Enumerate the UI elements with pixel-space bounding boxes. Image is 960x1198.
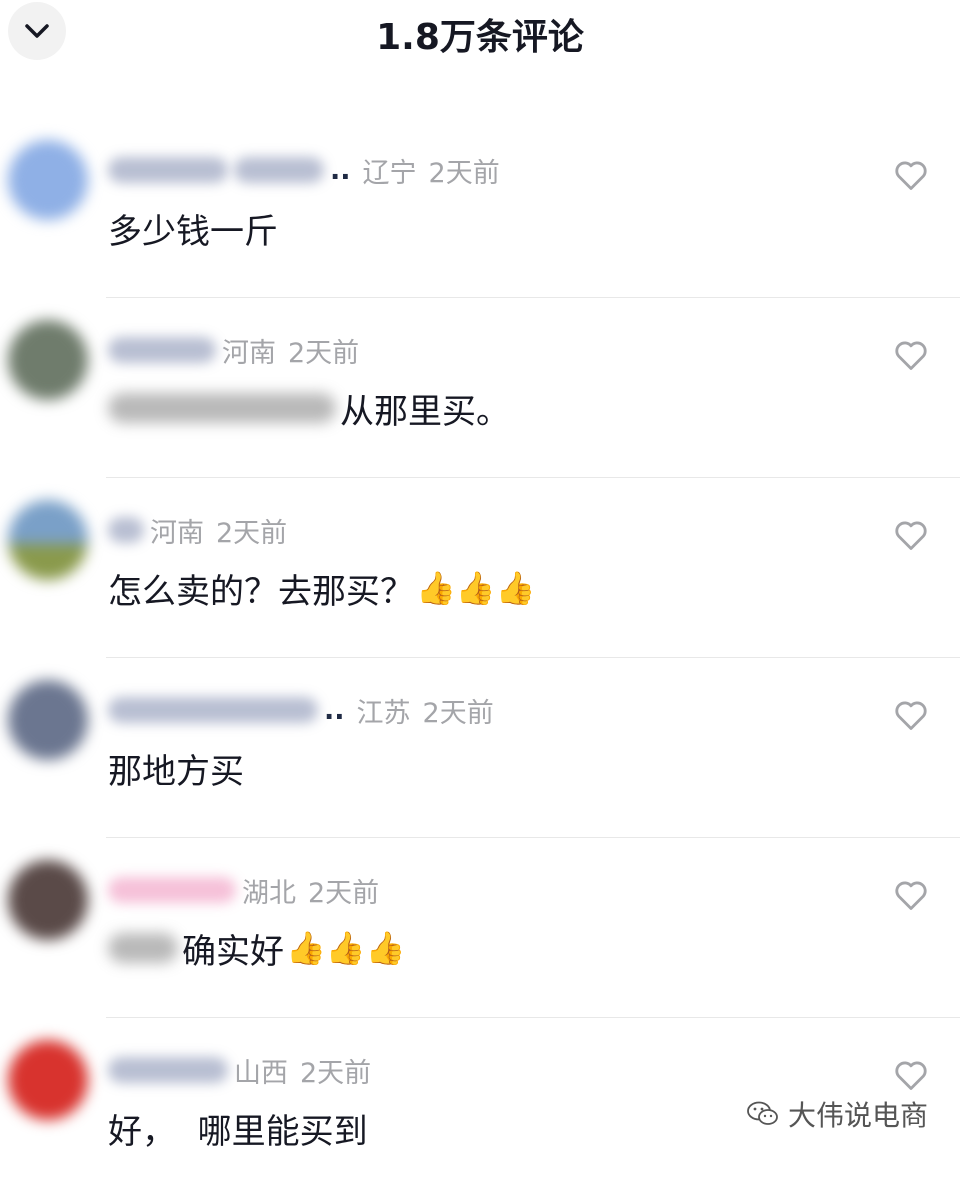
comment-item: 河南 2天前 从那里买。 xyxy=(0,298,960,478)
username-redacted[interactable] xyxy=(234,157,324,183)
username-redacted[interactable] xyxy=(108,877,236,903)
comment-text-redacted xyxy=(108,933,178,963)
username-ellipsis: .. xyxy=(330,154,351,186)
avatar[interactable] xyxy=(8,1040,88,1120)
username-redacted[interactable] xyxy=(108,337,216,363)
username-redacted[interactable] xyxy=(108,1057,228,1083)
comment-time: 2天前 xyxy=(216,517,288,549)
comment-text: 多少钱一斤 xyxy=(108,211,278,252)
comment-text: 从那里买。 xyxy=(340,391,510,432)
comment-item: 湖北 2天前 确实好 👍👍👍 xyxy=(0,838,960,1018)
comment-location: 山西 xyxy=(234,1057,288,1089)
comment-text: 好， 哪里能买到 xyxy=(108,1111,368,1152)
comment-text-row: 好， 哪里能买到 xyxy=(108,1102,368,1154)
watermark-text: 大伟说电商 xyxy=(787,1099,928,1132)
heart-outline-icon[interactable] xyxy=(892,1056,930,1094)
comment-meta: 湖北 2天前 xyxy=(108,868,379,912)
comment-text-row: 那地方买 xyxy=(108,742,244,794)
comment-meta: .. 江苏 2天前 xyxy=(108,688,494,732)
username-redacted[interactable] xyxy=(108,697,318,723)
comment-location: 辽宁 xyxy=(362,157,417,189)
comment-text-row: 多少钱一斤 xyxy=(108,202,278,254)
comment-text: 那地方买 xyxy=(108,751,244,792)
comment-item: 河南 2天前 怎么卖的？去那买？ 👍👍👍 xyxy=(0,478,960,658)
avatar[interactable] xyxy=(8,860,88,940)
avatar[interactable] xyxy=(8,140,88,220)
comment-time: 2天前 xyxy=(288,337,360,369)
comment-time: 2天前 xyxy=(300,1057,372,1089)
comment-item: .. 辽宁 2天前 多少钱一斤 xyxy=(0,118,960,298)
comment-time: 2天前 xyxy=(422,697,494,729)
heart-outline-icon[interactable] xyxy=(892,336,930,374)
comment-text-redacted xyxy=(108,393,336,423)
comment-text: 确实好 xyxy=(182,931,284,972)
comment-text-row: 从那里买。 xyxy=(108,382,510,434)
username-redacted[interactable] xyxy=(108,517,144,543)
watermark: 大伟说电商 xyxy=(746,1094,928,1134)
heart-outline-icon[interactable] xyxy=(892,516,930,554)
wechat-icon xyxy=(747,1101,778,1125)
thumbs-up-emoji: 👍👍👍 xyxy=(286,929,406,967)
comment-item: .. 江苏 2天前 那地方买 xyxy=(0,658,960,838)
avatar[interactable] xyxy=(8,320,88,400)
heart-outline-icon[interactable] xyxy=(892,696,930,734)
comment-text-row: 怎么卖的？去那买？ 👍👍👍 xyxy=(108,562,536,614)
comment-meta: .. 辽宁 2天前 xyxy=(108,148,500,192)
comment-location: 江苏 xyxy=(356,697,411,729)
comment-text: 怎么卖的？去那买？ xyxy=(108,571,414,612)
comment-location: 湖北 xyxy=(242,877,296,909)
username-ellipsis: .. xyxy=(324,694,345,726)
comment-location: 河南 xyxy=(222,337,276,369)
comment-meta: 河南 2天前 xyxy=(108,328,359,372)
comment-meta: 河南 2天前 xyxy=(108,508,287,552)
avatar[interactable] xyxy=(8,680,88,760)
comment-time: 2天前 xyxy=(308,877,380,909)
comments-header: 1.8万条评论 xyxy=(0,0,960,64)
comment-count-title: 1.8万条评论 xyxy=(376,17,584,58)
comment-meta: 山西 2天前 xyxy=(108,1048,371,1092)
heart-outline-icon[interactable] xyxy=(892,876,930,914)
thumbs-up-emoji: 👍👍👍 xyxy=(416,569,536,607)
comment-location: 河南 xyxy=(150,517,204,549)
comment-list: .. 辽宁 2天前 多少钱一斤 河南 2天前 从那里买。 河南 2天前 怎么卖的… xyxy=(0,118,960,1198)
comment-text-row: 确实好 👍👍👍 xyxy=(108,922,406,974)
username-redacted[interactable] xyxy=(108,157,228,183)
comment-time: 2天前 xyxy=(428,157,500,189)
heart-outline-icon[interactable] xyxy=(892,156,930,194)
avatar[interactable] xyxy=(8,500,88,580)
